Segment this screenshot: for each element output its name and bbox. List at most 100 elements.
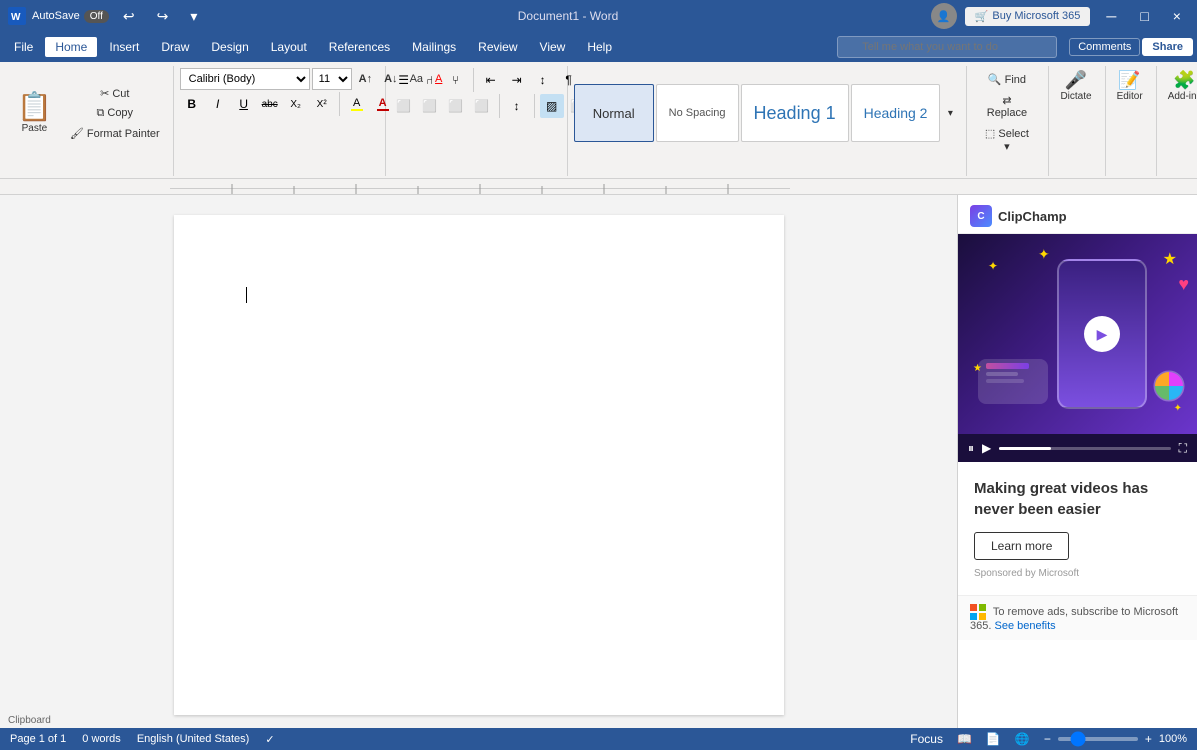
italic-button[interactable]: I <box>206 92 230 116</box>
font-row2: B I U abc X₂ X² A A <box>180 92 395 116</box>
minimize-button[interactable]: ─ <box>1098 6 1124 26</box>
menu-insert[interactable]: Insert <box>99 37 149 57</box>
style-normal-card[interactable]: Normal <box>574 84 654 142</box>
star3-decoration: ✦ <box>1174 403 1182 414</box>
ms-footer: To remove ads, subscribe to Microsoft 36… <box>958 595 1197 640</box>
font-family-select[interactable]: Calibri (Body) <box>180 68 310 90</box>
menu-view[interactable]: View <box>530 37 576 57</box>
undo-button[interactable]: ↩ <box>115 6 143 27</box>
find-button[interactable]: 🔍 Find <box>977 70 1036 89</box>
menu-bar: File Home Insert Draw Design Layout Refe… <box>0 32 1197 62</box>
buy-microsoft365-button[interactable]: 🛒 Buy Microsoft 365 <box>965 7 1091 26</box>
strikethrough-button[interactable]: abc <box>258 92 282 116</box>
zoom-level: 100% <box>1159 733 1187 745</box>
para-sep2 <box>499 94 500 118</box>
word-icon: W <box>8 7 26 25</box>
menu-draw[interactable]: Draw <box>151 37 199 57</box>
autosave-toggle[interactable]: Off <box>84 10 109 23</box>
dictate-icon: 🎤 <box>1065 71 1087 89</box>
customize-qat-button[interactable]: ▾ <box>182 6 205 27</box>
see-benefits-link[interactable]: See benefits <box>994 620 1055 632</box>
increase-indent-button[interactable]: ⇥ <box>505 68 529 92</box>
play-button-icon[interactable]: ▶ <box>1084 316 1120 352</box>
editor-button[interactable]: 📝 Editor <box>1112 68 1148 105</box>
document-page[interactable] <box>174 215 784 715</box>
addins-group: 🧩 Add-ins <box>1159 66 1197 176</box>
align-right-button[interactable]: ⬜ <box>444 94 468 118</box>
font-size-select[interactable]: 11 <box>312 68 352 90</box>
video-controls: ⏸ ▶ ⛶ <box>958 434 1197 462</box>
styles-more-button[interactable]: ▾ <box>942 68 958 158</box>
select-button[interactable]: ⬚ Select ▾ <box>977 124 1036 156</box>
subscript-button[interactable]: X₂ <box>284 92 308 116</box>
superscript-button[interactable]: X² <box>310 92 334 116</box>
web-layout-button[interactable]: 🌐 <box>1012 732 1033 746</box>
addins-button[interactable]: 🧩 Add-ins <box>1163 68 1197 105</box>
fullscreen-button[interactable]: ⛶ <box>1179 441 1187 456</box>
ribbon-content: 📋 Paste ✂ Cut ⧉ Copy 🖌 Format Painter Cl… <box>0 62 1197 178</box>
menu-design[interactable]: Design <box>201 37 258 57</box>
format-painter-button[interactable]: 🖌 Format Painter <box>65 124 165 143</box>
read-mode-button[interactable]: 📖 <box>954 732 975 746</box>
zoom-slider[interactable] <box>1058 737 1138 741</box>
shading-button[interactable]: ▨ <box>540 94 564 118</box>
side-panel: C ClipChamp ★ ✦ ✦ ▶ <box>957 195 1197 749</box>
menu-references[interactable]: References <box>319 37 400 57</box>
numbering-button[interactable]: ⑁ <box>418 68 442 92</box>
learn-more-button[interactable]: Learn more <box>974 532 1069 560</box>
underline-button[interactable]: U <box>232 92 256 116</box>
menu-mailings[interactable]: Mailings <box>402 37 466 57</box>
menu-home[interactable]: Home <box>45 37 97 57</box>
language-indicator[interactable]: English (United States) <box>137 733 250 745</box>
style-heading2-label: Heading 2 <box>864 105 928 121</box>
editor-icon: 📝 <box>1118 71 1140 89</box>
zoom-out-button[interactable]: − <box>1041 732 1054 746</box>
menu-file[interactable]: File <box>4 37 43 57</box>
para-sep3 <box>534 94 535 118</box>
menu-review[interactable]: Review <box>468 37 527 57</box>
align-left-button[interactable]: ⬜ <box>392 94 416 118</box>
clipchamp-header: C ClipChamp <box>958 195 1197 234</box>
cut-button[interactable]: ✂ Cut <box>65 84 165 103</box>
share-button[interactable]: Share <box>1142 38 1193 56</box>
close-button[interactable]: × <box>1165 6 1189 26</box>
print-layout-button[interactable]: 📄 <box>983 732 1004 746</box>
editor-group: 📝 Editor <box>1108 66 1157 176</box>
clipchamp-video[interactable]: ★ ✦ ✦ ▶ <box>958 234 1197 434</box>
style-heading2-card[interactable]: Heading 2 <box>851 84 941 142</box>
comments-button[interactable]: Comments <box>1069 38 1140 56</box>
zoom-in-button[interactable]: + <box>1142 732 1155 746</box>
ruler-svg <box>170 179 790 194</box>
menu-layout[interactable]: Layout <box>261 37 317 57</box>
clipboard-secondary: ✂ Cut ⧉ Copy 🖌 Format Painter <box>61 84 165 143</box>
decrease-indent-button[interactable]: ⇤ <box>479 68 503 92</box>
style-no-spacing-card[interactable]: No Spacing <box>656 84 739 142</box>
play-button[interactable]: ▶ <box>982 441 991 455</box>
tell-me-search-input[interactable] <box>837 36 1057 58</box>
multilevel-list-button[interactable]: ⑂ <box>444 68 468 92</box>
increase-font-size-button[interactable]: A↑ <box>354 70 377 88</box>
align-center-button[interactable]: ⬜ <box>418 94 442 118</box>
replace-button[interactable]: ⇄ Replace <box>977 91 1036 122</box>
justify-button[interactable]: ⬜ <box>470 94 494 118</box>
menu-help[interactable]: Help <box>577 37 622 57</box>
redo-button[interactable]: ↪ <box>149 6 177 27</box>
text-highlight-button[interactable]: A <box>345 92 369 116</box>
sort-button[interactable]: ↕ <box>531 68 555 92</box>
focus-button[interactable]: Focus <box>907 732 946 746</box>
dictate-button[interactable]: 🎤 Dictate <box>1055 68 1096 105</box>
copy-button[interactable]: ⧉ Copy <box>65 104 165 123</box>
pause-button[interactable]: ⏸ <box>968 441 974 456</box>
title-bar-left: W AutoSave Off ↩ ↪ ▾ <box>8 6 205 27</box>
bold-button[interactable]: B <box>180 92 204 116</box>
avatar[interactable]: 👤 <box>931 3 957 29</box>
maximize-button[interactable]: □ <box>1132 6 1156 26</box>
style-heading1-card[interactable]: Heading 1 <box>741 84 849 142</box>
line-spacing-button[interactable]: ↕ <box>505 94 529 118</box>
bullets-button[interactable]: ☰ <box>392 68 416 92</box>
document-area[interactable] <box>0 195 957 749</box>
progress-bar[interactable] <box>999 447 1170 450</box>
paste-button[interactable]: 📋 Paste <box>8 88 61 139</box>
paragraph-row1: ☰ ⑁ ⑂ ⇤ ⇥ ↕ ¶ <box>392 68 581 92</box>
phone-mockup: ▶ <box>1057 259 1147 409</box>
